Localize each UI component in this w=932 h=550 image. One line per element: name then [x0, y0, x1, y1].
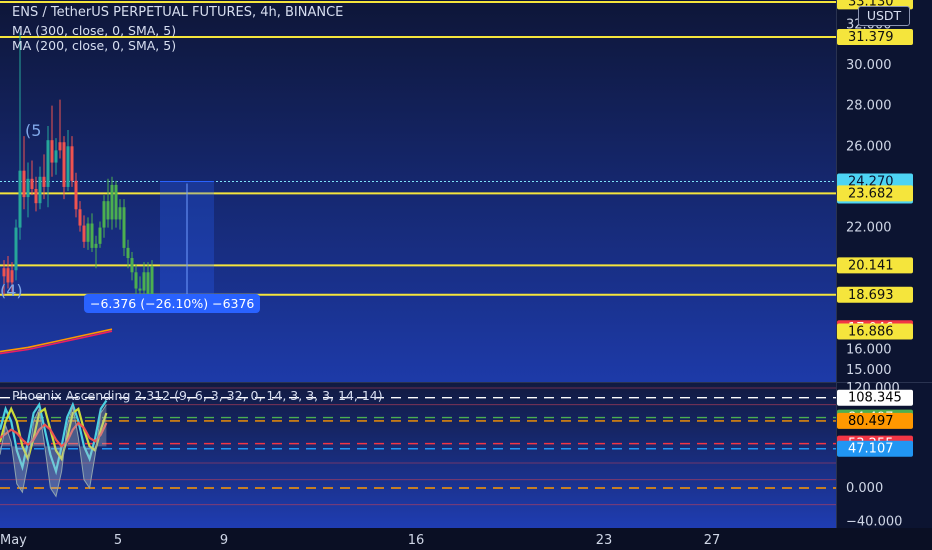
y-tick-label: 22.000 [846, 221, 892, 236]
y-tick-label: 16.000 [846, 342, 892, 357]
x-tick-label: 9 [220, 533, 228, 548]
ma-300-label[interactable]: MA (300, close, 0, SMA, 5) [12, 23, 176, 38]
ma-200-label[interactable]: MA (200, close, 0, SMA, 5) [12, 38, 176, 53]
time-axis[interactable] [0, 528, 932, 550]
x-tick-label: 16 [408, 533, 425, 548]
chart[interactable]: 32.00030.00028.00026.00022.00016.00015.0… [0, 0, 932, 550]
svg-text:23.682: 23.682 [848, 186, 894, 201]
osc-price-tag-2[interactable]: 80.497 [837, 412, 913, 429]
main-price-tag-5[interactable]: 18.693 [837, 286, 913, 303]
osc-price-tag-4[interactable]: 47.107 [837, 440, 913, 457]
y-tick-label: 26.000 [846, 139, 892, 154]
chart-title: ENS / TetherUS PERPETUAL FUTURES, 4h, BI… [12, 5, 344, 20]
svg-text:18.693: 18.693 [848, 288, 894, 303]
main-price-tag-7[interactable]: 16.886 [837, 323, 913, 340]
svg-text:16.886: 16.886 [848, 324, 894, 339]
candle[interactable] [122, 199, 126, 257]
x-tick-label: 5 [114, 533, 122, 548]
y-tick-label: 28.000 [846, 99, 892, 114]
y-tick-label: 15.000 [846, 363, 892, 378]
measure-label[interactable]: −6.376 (−26.10%) −6376 [84, 294, 261, 313]
main-pane [0, 0, 836, 382]
y-tick-label: 30.000 [846, 58, 892, 73]
svg-text:80.497: 80.497 [848, 414, 894, 429]
main-price-tag-4[interactable]: 20.141 [837, 257, 913, 274]
x-tick-label: May [0, 533, 27, 548]
currency-button[interactable]: USDT [858, 6, 910, 26]
oscillator-title[interactable]: Phoenix Ascending 2.312 (9, 6, 3, 32, 0,… [12, 388, 383, 403]
wave-label-5: (5 [25, 121, 42, 140]
svg-text:31.379: 31.379 [848, 30, 894, 45]
svg-text:47.107: 47.107 [848, 442, 894, 457]
osc-y-tick-label: 0.000 [846, 481, 883, 496]
osc-price-tag-0[interactable]: 108.345 [837, 389, 913, 406]
x-tick-label: 27 [704, 533, 721, 548]
x-tick-label: 23 [596, 533, 613, 548]
main-price-tag-3[interactable]: 23.682 [837, 185, 913, 202]
svg-text:20.141: 20.141 [848, 258, 894, 273]
main-price-tag-1[interactable]: 31.379 [837, 29, 913, 46]
wave-label-4: (4) [0, 281, 23, 300]
svg-text:108.345: 108.345 [848, 391, 902, 406]
osc-y-tick-label: −40.000 [846, 514, 902, 529]
